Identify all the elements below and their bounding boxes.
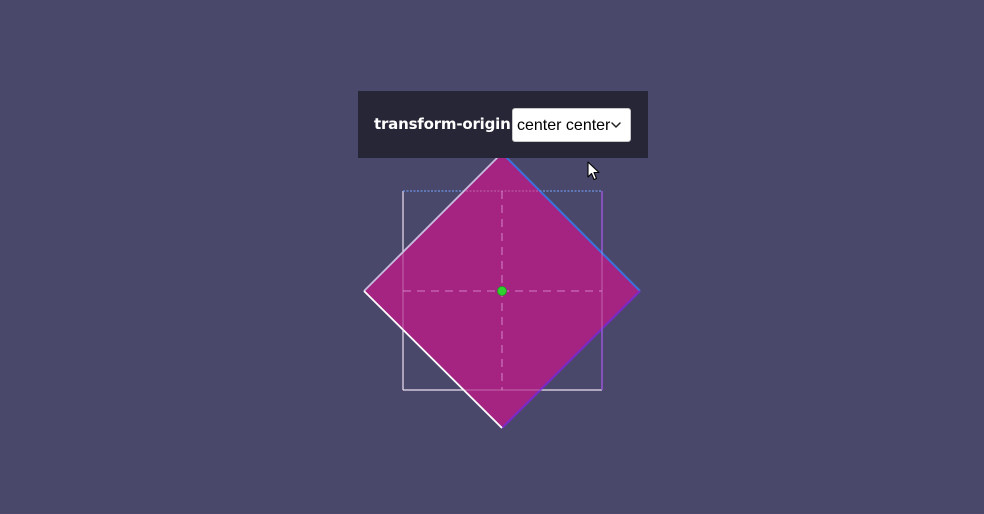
transform-origin-label: transform-origin: xyxy=(374,115,517,133)
select-value: center center xyxy=(517,117,611,134)
cursor-arrow-icon xyxy=(587,161,600,181)
transform-origin-control: transform-origin: center center xyxy=(358,91,648,158)
chevron-down-icon xyxy=(611,122,621,128)
origin-dot-icon xyxy=(497,286,507,296)
demo-stage: transform-origin: center center xyxy=(0,0,984,514)
transform-origin-select[interactable]: center center xyxy=(512,108,631,142)
transform-visualization xyxy=(363,152,641,429)
